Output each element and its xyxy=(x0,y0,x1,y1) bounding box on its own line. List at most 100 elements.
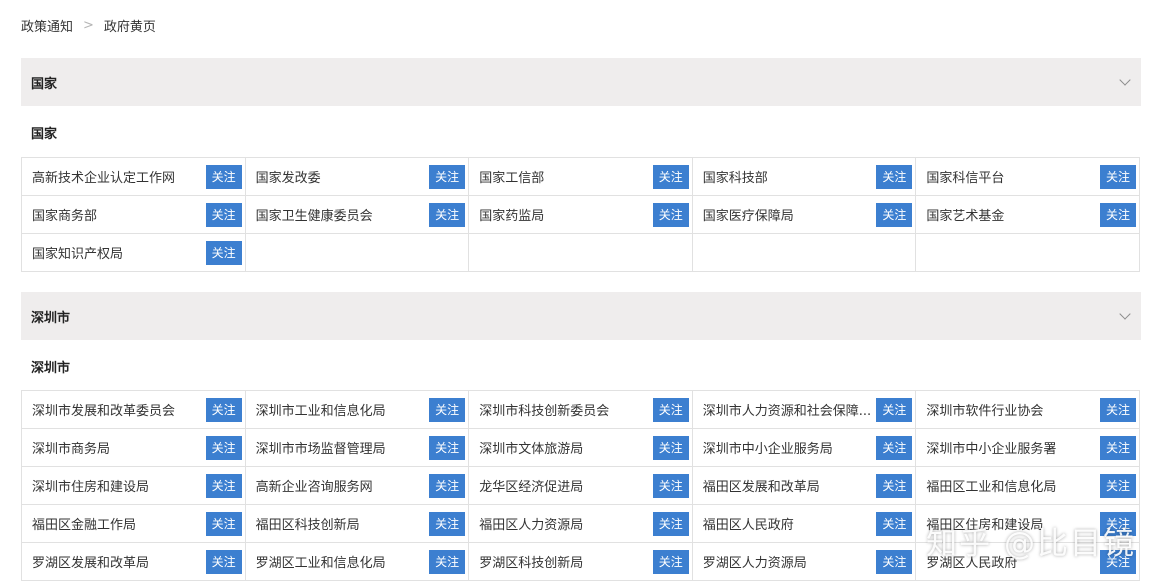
agency-name[interactable]: 国家艺术基金 xyxy=(926,205,1004,224)
agency-name[interactable]: 罗湖区工业和信息化局 xyxy=(256,552,386,571)
agency-name[interactable]: 国家医疗保障局 xyxy=(703,205,794,224)
agency-name[interactable]: 福田区工业和信息化局 xyxy=(926,476,1056,495)
empty-cell xyxy=(692,234,917,272)
agency-name[interactable]: 高新企业咨询服务网 xyxy=(256,476,373,495)
agency-name[interactable]: 国家工信部 xyxy=(479,167,544,186)
agency-name[interactable]: 国家科信平台 xyxy=(926,167,1004,186)
follow-button[interactable]: 关注 xyxy=(205,240,242,265)
agency-cell: 深圳市文体旅游局 关注 xyxy=(469,429,693,467)
agency-name[interactable]: 罗湖区人民政府 xyxy=(926,552,1017,571)
agency-name[interactable]: 国家科技部 xyxy=(703,167,768,186)
agency-cell: 国家医疗保障局 关注 xyxy=(692,196,917,234)
agency-cell: 福田区人力资源局 关注 xyxy=(469,505,693,543)
agency-cell: 福田区人民政府 关注 xyxy=(692,505,917,543)
agency-name[interactable]: 福田区人力资源局 xyxy=(479,514,583,533)
breadcrumb-item-policy-notice[interactable]: 政策通知 xyxy=(21,16,73,35)
section-header-shenzhen[interactable]: 深圳市 xyxy=(21,292,1141,340)
follow-button[interactable]: 关注 xyxy=(429,435,466,460)
follow-button[interactable]: 关注 xyxy=(652,435,689,460)
follow-button[interactable]: 关注 xyxy=(429,397,466,422)
agency-name[interactable]: 福田区科技创新局 xyxy=(256,514,360,533)
agency-cell: 国家科技部 关注 xyxy=(692,158,917,196)
chevron-down-icon[interactable] xyxy=(1119,74,1131,86)
follow-button[interactable]: 关注 xyxy=(876,164,913,189)
follow-button[interactable]: 关注 xyxy=(205,397,242,422)
agency-name[interactable]: 国家药监局 xyxy=(479,205,544,224)
agency-name[interactable]: 深圳市住房和建设局 xyxy=(32,476,149,495)
agency-cell: 高新企业咨询服务网 关注 xyxy=(245,467,470,505)
agency-name[interactable]: 福田区住房和建设局 xyxy=(926,514,1043,533)
section-subtitle-shenzhen: 深圳市 xyxy=(31,361,71,376)
agency-name[interactable]: 龙华区经济促进局 xyxy=(479,476,583,495)
follow-button[interactable]: 关注 xyxy=(1100,473,1136,498)
follow-button[interactable]: 关注 xyxy=(429,511,466,536)
follow-button[interactable]: 关注 xyxy=(1100,435,1136,460)
agency-cell: 罗湖区工业和信息化局 关注 xyxy=(245,543,470,581)
follow-button[interactable]: 关注 xyxy=(652,473,689,498)
agency-cell: 国家发改委 关注 xyxy=(245,158,470,196)
agency-name[interactable]: 罗湖区发展和改革局 xyxy=(32,552,149,571)
follow-button[interactable]: 关注 xyxy=(876,473,913,498)
agency-name[interactable]: 福田区发展和改革局 xyxy=(703,476,820,495)
follow-button[interactable]: 关注 xyxy=(652,397,689,422)
agency-grid-national: 高新技术企业认定工作网 关注 国家发改委 关注 国家工信部 关注 国家科技部 关注 国家科信平台… xyxy=(21,157,1140,272)
agency-cell: 深圳市软件行业协会 关注 xyxy=(916,391,1140,429)
agency-name[interactable]: 深圳市发展和改革委员会 xyxy=(32,400,175,419)
follow-button[interactable]: 关注 xyxy=(429,473,466,498)
gov-yellow-pages-page: 政策通知 > 政府黄页 国家 国家 高新技术企业认定工作网 关注 国家发改委 关注 国家… xyxy=(0,0,1164,586)
agency-cell: 福田区住房和建设局 关注 xyxy=(916,505,1140,543)
follow-button[interactable]: 关注 xyxy=(652,549,689,574)
breadcrumb-item-gov-yellow-pages[interactable]: 政府黄页 xyxy=(104,16,156,35)
agency-cell: 国家药监局 关注 xyxy=(469,196,693,234)
agency-name[interactable]: 国家发改委 xyxy=(256,167,321,186)
section-header-title: 深圳市 xyxy=(31,310,71,326)
agency-name[interactable]: 深圳市工业和信息化局 xyxy=(256,400,386,419)
chevron-down-icon[interactable] xyxy=(1119,308,1131,320)
agency-name[interactable]: 深圳市商务局 xyxy=(32,438,110,457)
agency-name[interactable]: 罗湖区科技创新局 xyxy=(479,552,583,571)
agency-cell: 罗湖区发展和改革局 关注 xyxy=(22,543,246,581)
agency-cell: 深圳市科技创新委员会 关注 xyxy=(469,391,693,429)
agency-cell: 深圳市工业和信息化局 关注 xyxy=(245,391,470,429)
agency-name[interactable]: 深圳市中小企业服务署 xyxy=(926,438,1056,457)
agency-name[interactable]: 深圳市科技创新委员会 xyxy=(479,400,609,419)
follow-button[interactable]: 关注 xyxy=(652,511,689,536)
agency-name[interactable]: 福田区人民政府 xyxy=(703,514,794,533)
follow-button[interactable]: 关注 xyxy=(876,202,913,227)
follow-button[interactable]: 关注 xyxy=(205,435,242,460)
section-header-national[interactable]: 国家 xyxy=(21,58,1141,106)
follow-button[interactable]: 关注 xyxy=(876,435,913,460)
follow-button[interactable]: 关注 xyxy=(1100,202,1136,227)
follow-button[interactable]: 关注 xyxy=(1100,164,1136,189)
agency-name[interactable]: 国家卫生健康委员会 xyxy=(256,205,373,224)
agency-name[interactable]: 深圳市文体旅游局 xyxy=(479,438,583,457)
follow-button[interactable]: 关注 xyxy=(652,164,689,189)
agency-name[interactable]: 国家知识产权局 xyxy=(32,243,123,262)
agency-name[interactable]: 福田区金融工作局 xyxy=(32,514,136,533)
follow-button[interactable]: 关注 xyxy=(652,202,689,227)
follow-button[interactable]: 关注 xyxy=(205,164,242,189)
follow-button[interactable]: 关注 xyxy=(429,549,466,574)
follow-button[interactable]: 关注 xyxy=(1100,397,1136,422)
follow-button[interactable]: 关注 xyxy=(1100,511,1136,536)
follow-button[interactable]: 关注 xyxy=(205,511,242,536)
agency-name[interactable]: 深圳市市场监督管理局 xyxy=(256,438,386,457)
agency-name[interactable]: 高新技术企业认定工作网 xyxy=(32,167,175,186)
follow-button[interactable]: 关注 xyxy=(205,473,242,498)
agency-name[interactable]: 深圳市人力资源和社会保障... xyxy=(703,400,871,419)
follow-button[interactable]: 关注 xyxy=(876,397,913,422)
follow-button[interactable]: 关注 xyxy=(876,549,913,574)
follow-button[interactable]: 关注 xyxy=(429,164,466,189)
follow-button[interactable]: 关注 xyxy=(205,202,242,227)
follow-button[interactable]: 关注 xyxy=(205,549,242,574)
follow-button[interactable]: 关注 xyxy=(876,511,913,536)
agency-name[interactable]: 罗湖区人力资源局 xyxy=(703,552,807,571)
agency-cell: 国家艺术基金 关注 xyxy=(916,196,1140,234)
follow-button[interactable]: 关注 xyxy=(429,202,466,227)
agency-cell: 深圳市市场监督管理局 关注 xyxy=(245,429,470,467)
follow-button[interactable]: 关注 xyxy=(1100,549,1136,574)
agency-cell: 罗湖区人民政府 关注 xyxy=(916,543,1140,581)
agency-name[interactable]: 深圳市中小企业服务局 xyxy=(703,438,833,457)
agency-name[interactable]: 深圳市软件行业协会 xyxy=(926,400,1043,419)
agency-name[interactable]: 国家商务部 xyxy=(32,205,97,224)
